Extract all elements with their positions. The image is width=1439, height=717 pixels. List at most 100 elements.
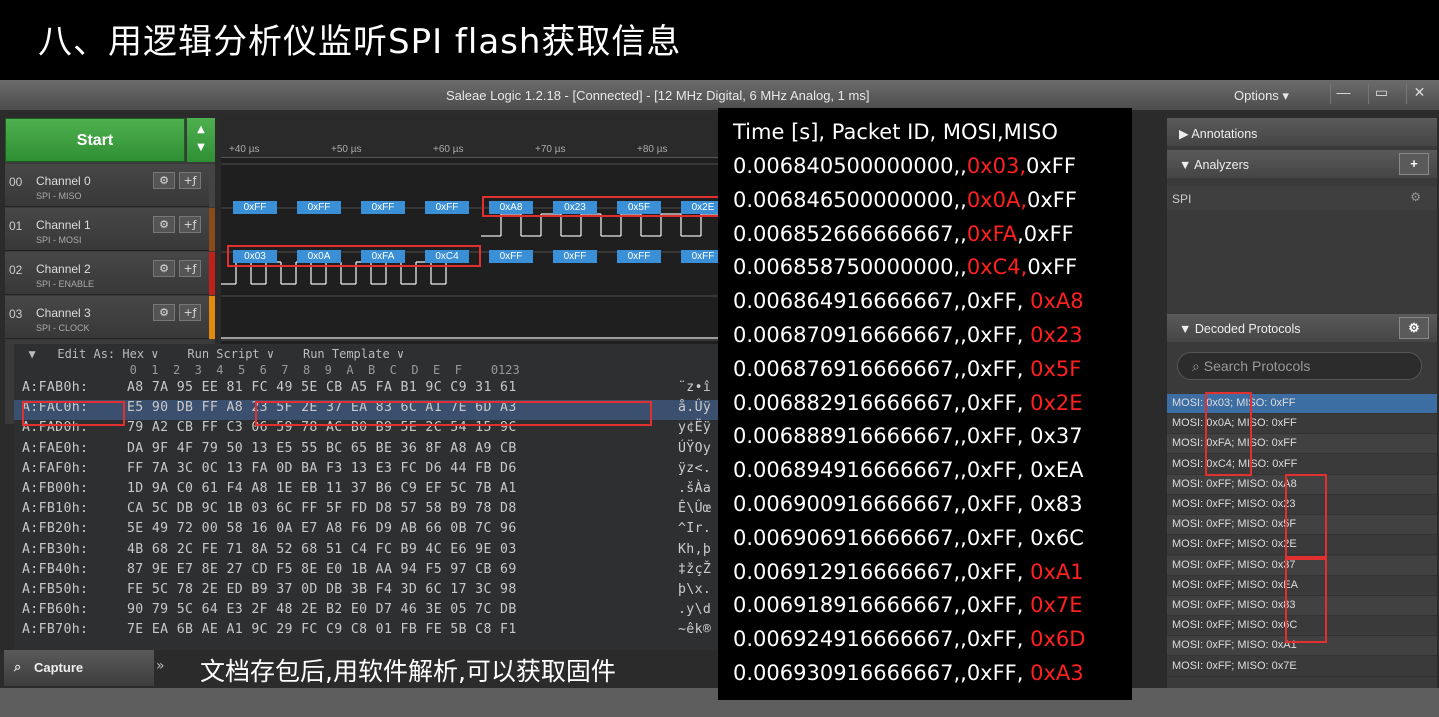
miso-packet-label: 0xFF	[297, 201, 341, 214]
channel-number: 01	[9, 219, 23, 233]
hex-ascii: y¢Ëÿ	[678, 420, 712, 436]
csv-time: 0.006894916666667,,	[733, 458, 967, 483]
hex-address: A:FB50h:	[22, 582, 89, 597]
csv-miso: 0x5F	[1030, 356, 1082, 381]
hex-bytes[interactable]: DA 9F 4F 79 50 13 E5 55 BC 65 BE 36 8F A…	[127, 441, 517, 456]
decoded-row[interactable]: MOSI: 0xFF; MISO: 0x7E	[1167, 656, 1437, 677]
channel-row[interactable]: 03 Channel 3 SPI - CLOCK ⚙ +ƒ	[5, 296, 215, 339]
csv-mosi: 0xFF,	[966, 458, 1031, 483]
hex-row[interactable]: A:FAE0h: DA 9F 4F 79 50 13 E5 55 BC 65 BE…	[14, 441, 718, 461]
start-button[interactable]: Start	[5, 118, 185, 162]
search-placeholder: Search Protocols	[1203, 358, 1311, 374]
channel-color-stripe	[209, 208, 215, 251]
csv-mosi: 0xC4,	[966, 255, 1028, 280]
decoded-settings-button[interactable]: ⚙	[1399, 317, 1429, 339]
window-titlebar: Saleae Logic 1.2.18 - [Connected] - [12 …	[0, 80, 1439, 110]
decoded-protocols-section[interactable]: ▼ Decoded Protocols ⚙	[1167, 314, 1437, 342]
down-arrow-icon: ▼	[197, 142, 205, 153]
hex-row[interactable]: A:FAF0h: FF 7A 3C 0C 13 FA 0D BA F3 13 E3…	[14, 461, 718, 481]
csv-time: 0.006864916666667,,	[733, 289, 967, 314]
hex-bytes[interactable]: FE 5C 78 2E ED B9 37 0D DB 3B F4 3D 6C 1…	[127, 582, 517, 597]
channel-protocol: SPI - MISO	[36, 191, 82, 201]
csv-mosi: 0x03,	[966, 154, 1026, 178]
minimize-button[interactable]: —	[1330, 84, 1356, 104]
csv-row: 0.006930916666667,,0xFF, 0xA3	[733, 661, 1084, 685]
spi-analyzer-item[interactable]: SPI ⚙	[1167, 186, 1437, 210]
analyzers-section[interactable]: ▼ Analyzers +	[1167, 150, 1437, 178]
analyzers-label: Analyzers	[1194, 158, 1250, 172]
gear-icon[interactable]: ⚙	[153, 172, 175, 189]
start-options-arrows[interactable]: ▲ ▼	[187, 118, 215, 162]
add-analyzer-button[interactable]: +	[1399, 153, 1429, 175]
trigger-icon[interactable]: +ƒ	[179, 304, 201, 321]
spi-analyzer-label: SPI	[1172, 192, 1192, 206]
hex-bytes[interactable]: 1D 9A C0 61 F4 A8 1E EB 11 37 B6 C9 EF 5…	[127, 481, 517, 496]
csv-mosi: 0xFA	[966, 221, 1018, 246]
hex-row[interactable]: A:FAB0h: A8 7A 95 EE 81 FC 49 5E CB A5 FA…	[14, 380, 718, 400]
hex-row[interactable]: A:FB40h: 87 9E E7 8E 27 CD F5 8E E0 1B AA…	[14, 562, 718, 582]
trigger-icon[interactable]: +ƒ	[179, 172, 201, 189]
hex-toolbar[interactable]: ▼ Edit As: Hex ∨ Run Script ∨ Run Templa…	[14, 347, 718, 363]
hex-editor[interactable]: ▼ Edit As: Hex ∨ Run Script ∨ Run Templa…	[14, 344, 718, 650]
csv-row: 0.006912916666667,,0xFF, 0xA1	[733, 560, 1084, 584]
hex-row[interactable]: A:FB10h: CA 5C DB 9C 1B 03 6C FF 5F FD D8…	[14, 501, 718, 521]
hex-address: A:FB40h:	[22, 561, 89, 577]
hex-row[interactable]: A:FB30h: 4B 68 2C FE 71 8A 52 68 51 C4 FC…	[14, 542, 718, 562]
gear-icon[interactable]: ⚙	[153, 216, 175, 233]
csv-mosi: 0xFF,	[966, 492, 1031, 516]
trigger-icon[interactable]: +ƒ	[179, 216, 201, 233]
search-icon: ⌕	[14, 659, 22, 674]
hex-bytes[interactable]: A8 7A 95 EE 81 FC 49 5E CB A5 FA B1 9C C…	[127, 380, 517, 395]
csv-time: 0.006906916666667,,	[733, 525, 967, 550]
tab-more-button[interactable]: »	[156, 658, 165, 674]
hex-row[interactable]: A:FB60h: 90 79 5C 64 E3 2F 48 2E B2 E0 D7…	[14, 602, 718, 622]
options-menu[interactable]: Options ▾	[1234, 88, 1289, 104]
hex-bytes[interactable]: 7E EA 6B AE A1 9C 29 FC C9 C8 01 FB FE 5…	[127, 622, 517, 637]
mosi-highlight-box	[227, 245, 481, 267]
hex-row[interactable]: A:FB00h: 1D 9A C0 61 F4 A8 1E EB 11 37 B6…	[14, 481, 718, 501]
csv-mosi: 0xFF,	[966, 390, 1031, 415]
hex-row[interactable]: A:FB50h: FE 5C 78 2E ED B9 37 0D DB 3B F4…	[14, 582, 718, 602]
hex-ascii: Ê\Ûœ	[678, 501, 712, 517]
maximize-button[interactable]: ▭	[1368, 84, 1394, 104]
csv-row: 0.006900916666667,,0xFF, 0x83	[733, 492, 1083, 516]
hex-row[interactable]: A:FB20h: 5E 49 72 00 58 16 0A E7 A8 F6 D9…	[14, 521, 718, 541]
csv-mosi: 0x0A,	[966, 187, 1028, 212]
channel-row[interactable]: 02 Channel 2 SPI - ENABLE ⚙ +ƒ	[5, 252, 215, 295]
csv-mosi: 0xFF,	[966, 289, 1031, 314]
channel-name: Channel 2	[36, 262, 91, 276]
capture-tab[interactable]: ⌕ Capture	[4, 650, 154, 686]
hex-ascii: ÚŸOy	[678, 440, 712, 456]
channel-name: Channel 1	[36, 218, 91, 232]
csv-miso: 0xEA	[1030, 458, 1084, 483]
hex-bytes[interactable]: CA 5C DB 9C 1B 03 6C FF 5F FD D8 57 58 B…	[127, 501, 517, 516]
gear-icon[interactable]: ⚙	[153, 260, 175, 277]
csv-mosi: 0xFF,	[966, 559, 1031, 584]
csv-mosi: 0xFF,	[966, 661, 1031, 685]
hex-bytes[interactable]: FF 7A 3C 0C 13 FA 0D BA F3 13 E3 FC D6 4…	[127, 461, 517, 476]
gear-icon[interactable]: ⚙	[1410, 190, 1421, 204]
hex-bytes[interactable]: 87 9E E7 8E 27 CD F5 8E E0 1B AA 94 F5 9…	[127, 562, 517, 577]
csv-time: 0.006888916666667,,	[733, 424, 967, 449]
channel-number: 03	[9, 307, 23, 321]
close-button[interactable]: ✕	[1406, 84, 1432, 104]
hex-row[interactable]: A:FB70h: 7E EA 6B AE A1 9C 29 FC C9 C8 01…	[14, 622, 718, 642]
csv-miso: 0xFF	[1027, 187, 1077, 212]
hex-ascii: þ\x.	[678, 582, 712, 597]
trigger-icon[interactable]: +ƒ	[179, 260, 201, 277]
channel-color-stripe	[209, 296, 215, 339]
hex-ascii: .y\d	[678, 602, 712, 618]
annotations-section[interactable]: ▶ Annotations	[1167, 118, 1437, 146]
gear-icon[interactable]: ⚙	[153, 304, 175, 321]
hex-bytes[interactable]: 5E 49 72 00 58 16 0A E7 A8 F6 D9 AB 66 0…	[127, 521, 517, 536]
csv-mosi: 0xFF,	[966, 323, 1031, 347]
miso-packet-label: 0xFF	[361, 201, 405, 214]
hex-bytes[interactable]: 90 79 5C 64 E3 2F 48 2E B2 E0 D7 46 3E 0…	[127, 602, 517, 617]
csv-row: 0.006846500000000,,0x0A,0xFF	[733, 188, 1077, 212]
channel-row[interactable]: 00 Channel 0 SPI - MISO ⚙ +ƒ	[5, 164, 215, 207]
channel-row[interactable]: 01 Channel 1 SPI - MOSI ⚙ +ƒ	[5, 208, 215, 251]
csv-miso: 0xA3	[1030, 661, 1084, 685]
hex-bytes[interactable]: 4B 68 2C FE 71 8A 52 68 51 C4 FC B9 4C E…	[127, 542, 517, 557]
search-protocols-input[interactable]: ⌕ Search Protocols	[1177, 352, 1422, 380]
hex-address: A:FB00h:	[22, 481, 89, 496]
